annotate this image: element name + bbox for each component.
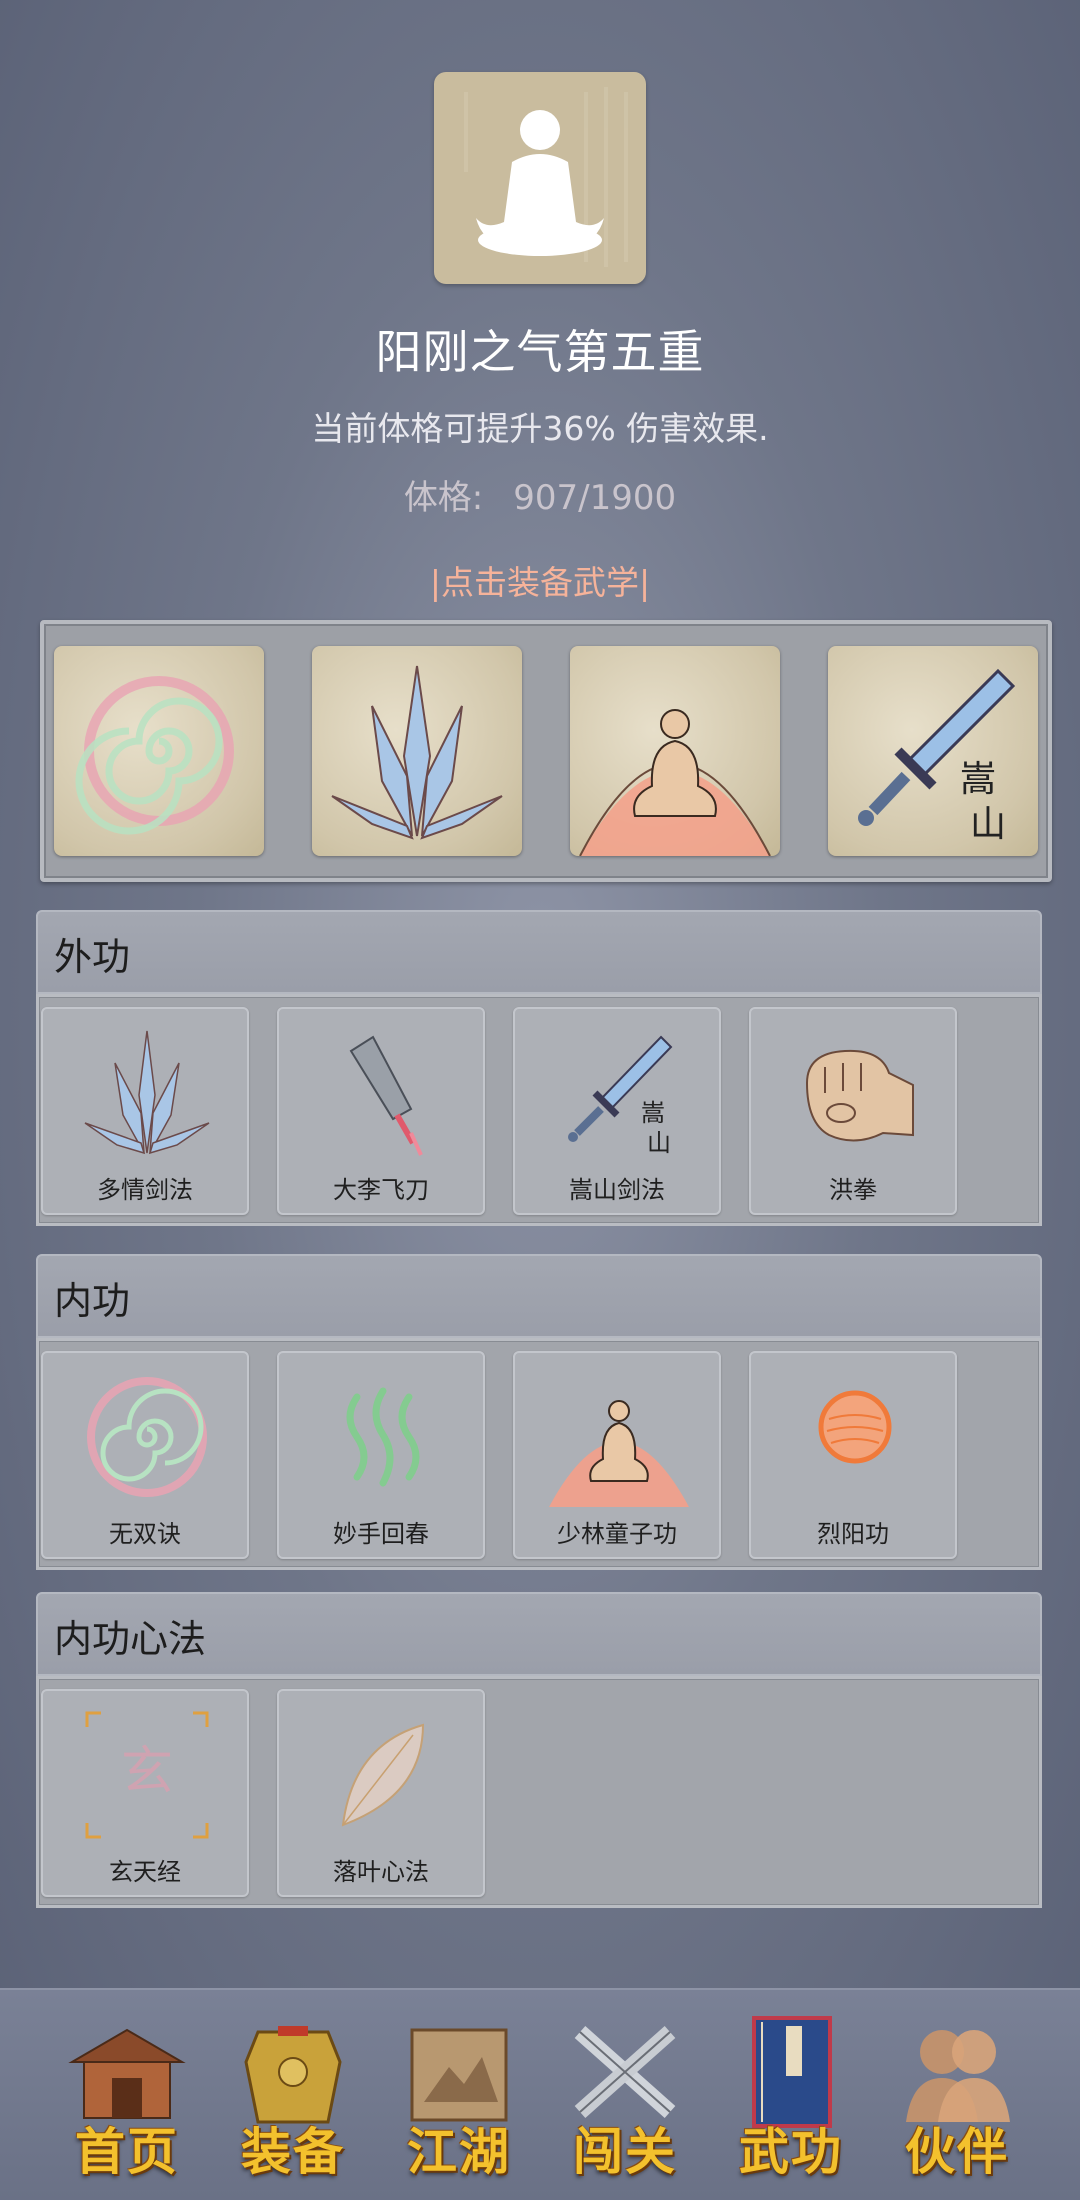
meditating-monk-icon — [579, 709, 771, 856]
section-external-skills: 多情剑法 大李飞刀 嵩 山 嵩山剑法 洪拳 — [36, 994, 1042, 1226]
healing-waves-icon — [346, 1387, 420, 1487]
section-header-external: 外功 — [36, 910, 1042, 994]
skill-card[interactable]: 烈阳功 — [749, 1351, 957, 1559]
skill-label: 嵩山剑法 — [569, 1176, 665, 1204]
physique-label: 体格: — [403, 478, 484, 518]
physique-value: 907/1900 — [513, 478, 677, 518]
section-title: 外功 — [54, 935, 131, 979]
skill-label: 少林童子功 — [557, 1520, 677, 1548]
spiral-icon — [75, 676, 234, 835]
skill-label: 无双诀 — [109, 1520, 181, 1548]
skill-label: 多情剑法 — [97, 1176, 193, 1204]
equipped-slot-2[interactable] — [312, 646, 522, 856]
section-title: 内功心法 — [54, 1617, 207, 1661]
sun-orb-icon — [818, 1390, 892, 1464]
nav-label: 武功 — [739, 2122, 843, 2181]
svg-text:嵩: 嵩 — [960, 759, 996, 800]
skill-card[interactable]: 妙手回春 — [277, 1351, 485, 1559]
flying-knife-icon — [349, 1035, 423, 1156]
equipped-skills-panel: 嵩 山 — [40, 620, 1052, 882]
skill-card[interactable]: 少林童子功 — [513, 1351, 721, 1559]
skill-card[interactable]: 落叶心法 — [277, 1689, 485, 1897]
nav-home[interactable]: 首页 — [52, 2012, 202, 2182]
skill-card[interactable]: 嵩 山 嵩山剑法 — [513, 1007, 721, 1215]
svg-text:嵩: 嵩 — [641, 1099, 665, 1127]
meditating-monk-icon — [549, 1400, 689, 1507]
fist-icon — [805, 1049, 914, 1142]
nav-label: 首页 — [75, 2122, 179, 2181]
songshan-sword-icon: 嵩 山 — [858, 668, 1016, 845]
skill-card[interactable]: 无双诀 — [41, 1351, 249, 1559]
skill-label: 烈阳功 — [817, 1520, 889, 1548]
xuan-scroll-icon: 玄 — [85, 1711, 209, 1839]
cultivation-title: 阳刚之气第五重 — [375, 325, 705, 379]
svg-text:山: 山 — [647, 1129, 671, 1157]
physique-stat: 体格: 907/1900 — [0, 470, 1080, 519]
section-title: 内功 — [54, 1279, 131, 1323]
cultivation-avatar — [434, 72, 646, 284]
nav-label: 江湖 — [407, 2122, 511, 2181]
meditation-silhouette-icon — [464, 87, 628, 267]
equip-martial-arts-button[interactable]: |点击装备武学| — [0, 556, 1080, 604]
nav-partners[interactable]: 伙伴 — [882, 2012, 1032, 2182]
skill-label: 洪拳 — [829, 1176, 877, 1204]
nav-challenge[interactable]: 闯关 — [550, 2012, 700, 2182]
leaf-icon — [341, 1723, 425, 1827]
section-header-mental: 内功心法 — [36, 1592, 1042, 1676]
nav-jianghu[interactable]: 江湖 — [384, 2012, 534, 2182]
section-internal-skills: 无双诀 妙手回春 少林童子功 烈阳功 — [36, 1338, 1042, 1570]
cultivation-description: 当前体格可提升36% 伤害效果. — [311, 409, 769, 448]
nav-equipment[interactable]: 装备 — [218, 2012, 368, 2182]
svg-text:玄: 玄 — [121, 1742, 173, 1802]
spiral-icon — [87, 1377, 207, 1497]
skill-label: 大李飞刀 — [333, 1176, 429, 1204]
skill-card[interactable]: 玄 玄天经 — [41, 1689, 249, 1897]
skill-label: 妙手回春 — [333, 1520, 429, 1548]
skill-card[interactable]: 多情剑法 — [41, 1007, 249, 1215]
nav-label: 闯关 — [573, 2122, 677, 2181]
nav-label: 装备 — [241, 2122, 345, 2181]
equipped-slot-4[interactable]: 嵩 山 — [828, 646, 1038, 856]
svg-text:山: 山 — [970, 804, 1006, 845]
nav-label: 伙伴 — [905, 2122, 1009, 2181]
nav-martial-arts[interactable]: 武功 — [716, 2012, 866, 2182]
bottom-navigation: 首页 装备 江湖 闯关 武功 伙伴 — [0, 1988, 1080, 2200]
section-mental-methods: 玄 玄天经 落叶心法 — [36, 1676, 1042, 1908]
skill-card[interactable]: 洪拳 — [749, 1007, 957, 1215]
skill-label: 玄天经 — [109, 1858, 181, 1886]
section-header-internal: 内功 — [36, 1254, 1042, 1338]
skill-card[interactable]: 大李飞刀 — [277, 1007, 485, 1215]
blades-icon — [84, 1030, 210, 1155]
equipped-slot-3[interactable] — [570, 646, 780, 856]
songshan-sword-icon: 嵩 山 — [568, 1035, 673, 1157]
equipped-slot-1[interactable] — [54, 646, 264, 856]
skill-label: 落叶心法 — [333, 1858, 429, 1886]
blades-icon — [331, 665, 503, 840]
